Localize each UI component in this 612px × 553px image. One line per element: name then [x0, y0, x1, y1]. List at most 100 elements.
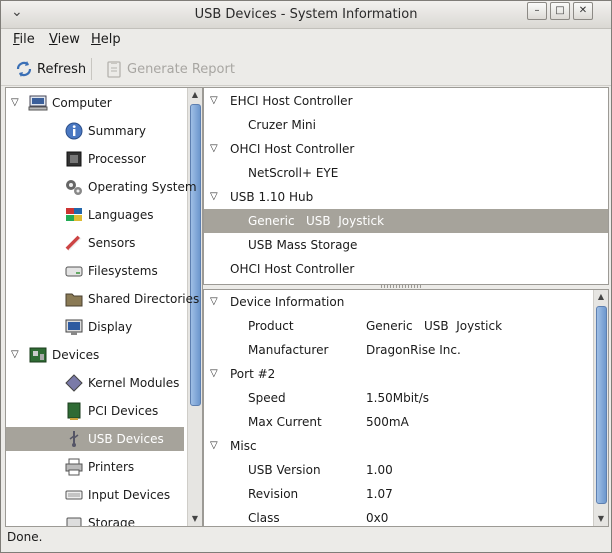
menu-help[interactable]: Help: [91, 32, 121, 47]
sidebar-item-label: PCI Devices: [88, 404, 159, 418]
details-label: USB Version: [248, 463, 321, 477]
generate-report-label: Generate Report: [127, 61, 235, 77]
sidebar-item-label: Devices: [52, 348, 100, 362]
scroll-thumb[interactable]: [596, 306, 607, 504]
device-label: USB Mass Storage: [248, 238, 358, 252]
details-row: USB Version 1.00: [204, 458, 592, 482]
details-row: Speed 1.50Mbit/s: [204, 386, 592, 410]
sidebar-item[interactable]: Kernel Modules: [6, 371, 184, 395]
scroll-down-icon[interactable]: ▼: [594, 512, 608, 526]
sidebar-item[interactable]: ▽ Computer: [6, 91, 184, 115]
category-tree: ▲ ▼ ▽ Computer Summary Processor Operating S…: [5, 87, 203, 527]
device-row[interactable]: ▽ OHCI Host Controller: [204, 137, 608, 161]
expander-icon[interactable]: ▽: [210, 185, 218, 209]
sidebar-item[interactable]: Shared Directories: [6, 287, 199, 311]
details-value: 1.50Mbit/s: [366, 391, 430, 405]
details-label: Class: [248, 511, 280, 525]
usb-icon: [64, 429, 84, 449]
title-bar[interactable]: ⌄ USB Devices - System Information – □ ✕: [1, 1, 611, 29]
details-value: DragonRise Inc.: [366, 343, 461, 357]
device-row[interactable]: OHCI Host Controller: [204, 257, 608, 281]
expander-icon[interactable]: ▽: [11, 343, 19, 367]
sidebar-item[interactable]: USB Devices: [6, 427, 184, 451]
report-icon: [105, 60, 123, 78]
scroll-thumb[interactable]: [190, 104, 201, 406]
sidebar-item-label: Printers: [88, 460, 135, 474]
expander-icon[interactable]: ▽: [210, 362, 218, 386]
details-scrollbar[interactable]: ▲ ▼: [593, 290, 608, 526]
sidebar-item[interactable]: Operating System: [6, 175, 197, 199]
sidebar-item-label: Kernel Modules: [88, 376, 180, 390]
expander-icon[interactable]: ▽: [210, 137, 218, 161]
details-panel: ▲ ▼ ▽ Device Information Product Generic US…: [203, 289, 609, 527]
scroll-up-icon[interactable]: ▲: [188, 88, 202, 102]
details-label: Product: [248, 319, 294, 333]
folder-icon: [64, 289, 84, 309]
details-label: Misc: [230, 439, 257, 453]
generate-report-button[interactable]: Generate Report: [105, 59, 235, 79]
sidebar-item-label: Storage: [88, 516, 135, 527]
board-icon: [28, 345, 48, 365]
scroll-up-icon[interactable]: ▲: [594, 290, 608, 304]
device-row[interactable]: ▽ EHCI Host Controller: [204, 89, 608, 113]
sidebar-item-label: Display: [88, 320, 133, 334]
module-icon: [64, 373, 84, 393]
computer-icon: [28, 93, 48, 113]
expander-icon[interactable]: ▽: [210, 290, 218, 314]
sidebar-item[interactable]: Summary: [6, 119, 184, 143]
sidebar-item[interactable]: PCI Devices: [6, 399, 184, 423]
sidebar-item-label: Input Devices: [88, 488, 171, 502]
device-label: EHCI Host Controller: [230, 94, 353, 108]
drive-icon: [64, 261, 84, 281]
device-row[interactable]: Generic USB Joystick: [204, 209, 608, 233]
pci-icon: [64, 401, 84, 421]
details-row: Product Generic USB Joystick: [204, 314, 592, 338]
expander-icon[interactable]: ▽: [11, 91, 19, 115]
maximize-button[interactable]: □: [550, 2, 570, 20]
scroll-down-icon[interactable]: ▼: [188, 512, 202, 526]
sidebar-item[interactable]: Filesystems: [6, 259, 184, 283]
sidebar-item[interactable]: Input Devices: [6, 483, 184, 507]
sidebar-item[interactable]: ▽ Devices: [6, 343, 184, 367]
sidebar-item-label: Sensors: [88, 236, 136, 250]
details-label: Speed: [248, 391, 286, 405]
sidebar-item[interactable]: Processor: [6, 147, 184, 171]
sidebar-item[interactable]: Display: [6, 315, 184, 339]
refresh-button[interactable]: Refresh: [15, 59, 86, 79]
sidebar-item[interactable]: Printers: [6, 455, 184, 479]
device-label: OHCI Host Controller: [230, 142, 355, 156]
details-section[interactable]: ▽ Device Information: [204, 290, 592, 314]
details-section[interactable]: ▽ Port #2: [204, 362, 592, 386]
details-row: Class 0x0: [204, 506, 592, 526]
details-value: Generic USB Joystick: [366, 319, 503, 333]
sidebar-item-label: USB Devices: [88, 432, 164, 446]
sidebar-item[interactable]: Storage: [6, 511, 184, 527]
pane-resize-handle[interactable]: [381, 284, 421, 288]
sidebar-item-label: Summary: [88, 124, 146, 138]
sidebar-item-label: Shared Directories: [88, 292, 200, 306]
expander-icon[interactable]: ▽: [210, 434, 218, 458]
device-row[interactable]: ▽ USB 1.10 Hub: [204, 185, 608, 209]
details-row: Max Current 500mA: [204, 410, 592, 434]
expander-icon[interactable]: ▽: [210, 89, 218, 113]
device-row[interactable]: Cruzer Mini: [204, 113, 608, 137]
device-row[interactable]: USB Mass Storage: [204, 233, 608, 257]
window-title: USB Devices - System Information: [194, 7, 418, 22]
menu-bar: File View Help: [1, 29, 611, 50]
details-value: 1.00: [366, 463, 393, 477]
sidebar-item[interactable]: Languages: [6, 203, 184, 227]
minimize-button[interactable]: –: [527, 2, 547, 20]
details-section[interactable]: ▽ Misc: [204, 434, 592, 458]
details-label: Max Current: [248, 415, 322, 429]
menu-view[interactable]: View: [49, 32, 80, 47]
menu-file[interactable]: File: [13, 32, 35, 47]
device-row[interactable]: NetScroll+ EYE: [204, 161, 608, 185]
details-label: Manufacturer: [248, 343, 329, 357]
sidebar-item-label: Filesystems: [88, 264, 158, 278]
printer-icon: [64, 457, 84, 477]
sidebar-item-label: Computer: [52, 96, 112, 110]
details-row: Revision 1.07: [204, 482, 592, 506]
device-label: Cruzer Mini: [248, 118, 316, 132]
close-button[interactable]: ✕: [573, 2, 593, 20]
sidebar-item[interactable]: Sensors: [6, 231, 184, 255]
